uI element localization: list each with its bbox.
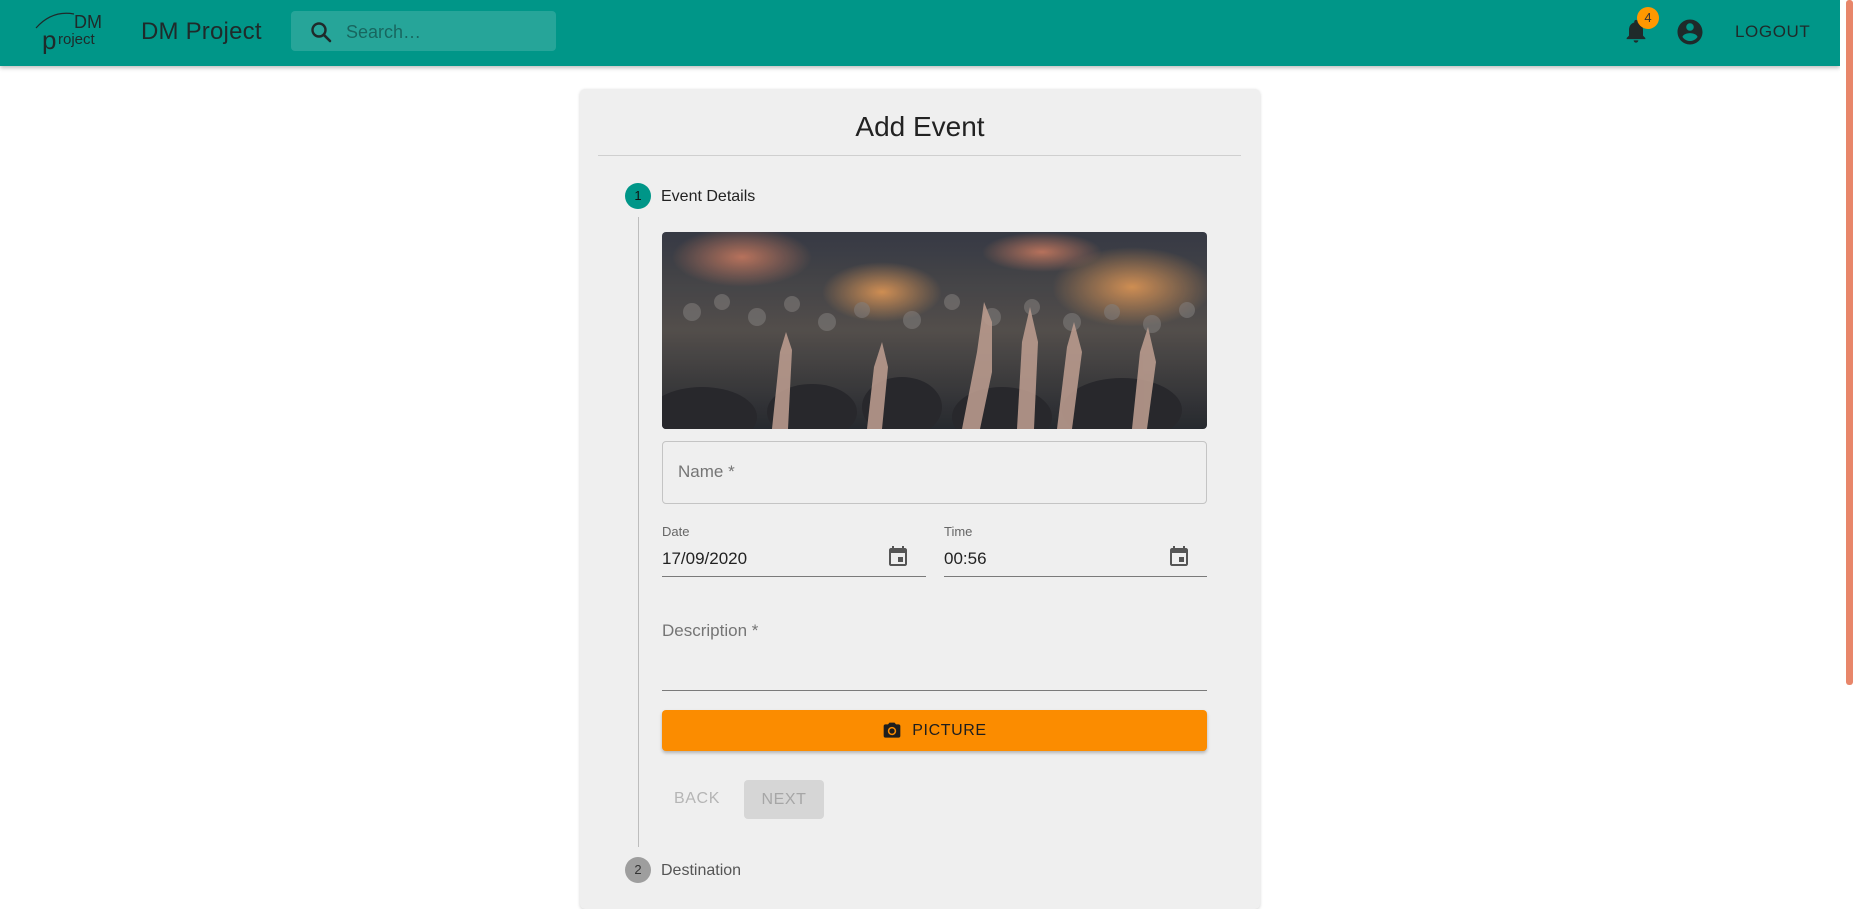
time-label: Time	[944, 524, 973, 539]
calendar-icon[interactable]	[1167, 545, 1191, 569]
step-1-indicator[interactable]: 1	[625, 183, 651, 209]
search-input[interactable]	[344, 11, 548, 53]
date-label: Date	[662, 524, 690, 539]
scrollbar-thumb[interactable]	[1846, 0, 1853, 685]
next-button[interactable]: NEXT	[744, 780, 824, 819]
camera-icon	[883, 722, 901, 738]
back-button[interactable]: BACK	[662, 780, 732, 818]
svg-text:p: p	[42, 25, 56, 54]
notification-badge: 4	[1637, 7, 1659, 29]
app-bar: DM p roject DM Project 4 LOGOUT	[0, 0, 1840, 66]
search-box[interactable]	[291, 11, 556, 53]
add-event-card: Add Event 1 Event Details Name * Date 17…	[580, 89, 1260, 909]
step-connector	[638, 217, 639, 847]
app-title: DM Project	[141, 18, 262, 45]
event-image	[662, 232, 1207, 429]
card-title: Add Event	[855, 111, 985, 142]
step-2-label[interactable]: Destination	[661, 862, 741, 880]
picture-button-label: PICTURE	[912, 721, 987, 739]
app-logo[interactable]: DM p roject	[34, 6, 110, 55]
account-button[interactable]	[1675, 17, 1705, 47]
picture-button[interactable]: PICTURE	[662, 710, 1207, 751]
description-underline	[662, 690, 1207, 691]
step-1-label[interactable]: Event Details	[661, 188, 755, 206]
description-placeholder[interactable]: Description *	[662, 621, 758, 641]
logout-button[interactable]: LOGOUT	[1721, 14, 1824, 50]
date-underline	[662, 576, 926, 577]
name-placeholder: Name *	[678, 462, 735, 481]
svg-text:roject: roject	[58, 31, 96, 48]
account-circle-icon	[1677, 19, 1703, 45]
title-divider	[598, 155, 1241, 156]
time-input[interactable]: 00:56	[944, 549, 987, 569]
name-field[interactable]: Name *	[662, 441, 1207, 504]
search-icon	[311, 22, 332, 43]
step-2-indicator[interactable]: 2	[625, 857, 651, 883]
svg-text:DM: DM	[74, 12, 102, 32]
time-underline	[944, 576, 1207, 577]
date-input[interactable]: 17/09/2020	[662, 549, 747, 569]
calendar-icon[interactable]	[886, 545, 910, 569]
